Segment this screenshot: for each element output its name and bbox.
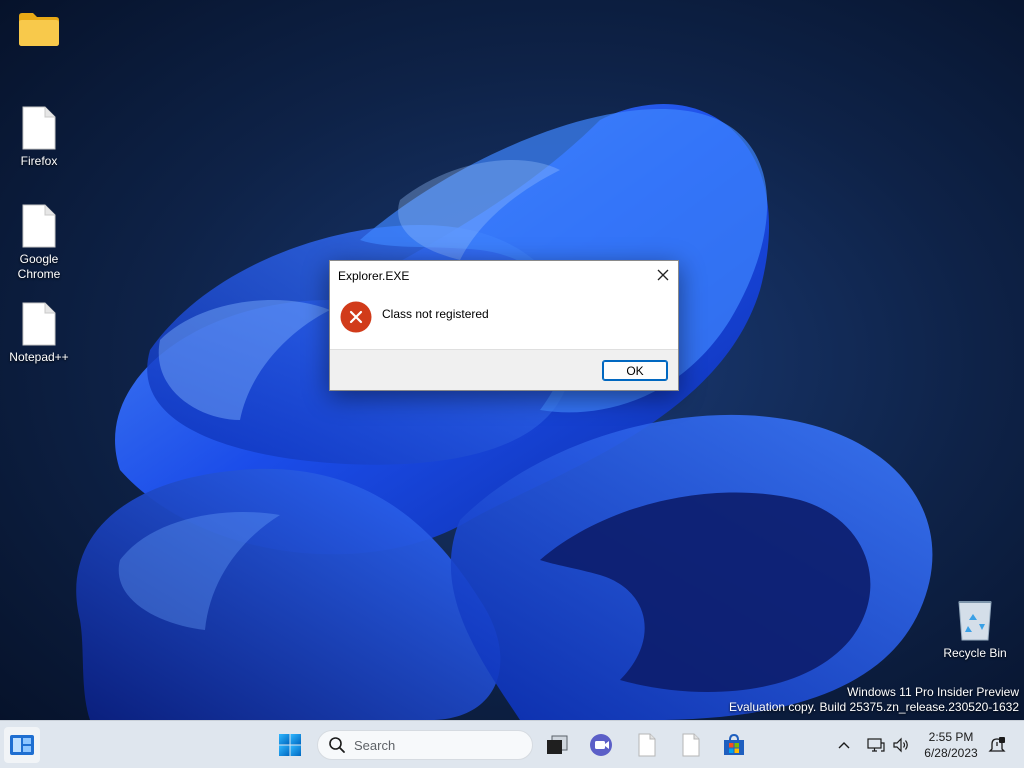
dialog-close-button[interactable] bbox=[648, 261, 678, 289]
desktop-icon-notepadpp[interactable]: Notepad++ bbox=[0, 302, 78, 365]
ok-button[interactable]: OK bbox=[602, 360, 668, 381]
show-hidden-icons-button[interactable] bbox=[828, 727, 860, 763]
store-button[interactable] bbox=[716, 727, 752, 763]
meet-icon bbox=[590, 734, 612, 756]
notification-icon bbox=[988, 737, 1006, 752]
folder-icon bbox=[19, 13, 59, 46]
volume-icon bbox=[893, 737, 908, 753]
desktop-icon-label: Recycle Bin bbox=[943, 646, 1007, 660]
desktop-icon-label: Firefox bbox=[20, 154, 58, 168]
dialog-footer: OK bbox=[330, 349, 678, 390]
start-button[interactable] bbox=[272, 727, 308, 763]
dialog-title: Explorer.EXE bbox=[338, 269, 410, 283]
chevron-up-icon bbox=[838, 742, 850, 749]
file-icon bbox=[22, 302, 56, 346]
search-icon bbox=[329, 737, 345, 753]
file-icon bbox=[22, 204, 56, 248]
desktop-icon-folder[interactable] bbox=[0, 10, 78, 52]
error-icon bbox=[340, 301, 372, 333]
network-status-button[interactable] bbox=[862, 727, 890, 763]
desktop-icon-firefox[interactable]: Firefox bbox=[0, 106, 78, 169]
task-view-icon bbox=[547, 735, 568, 754]
desktop-icon-recycle-bin[interactable]: Recycle Bin bbox=[936, 598, 1014, 661]
close-icon bbox=[657, 269, 669, 281]
error-dialog: Explorer.EXE Class not registered OK bbox=[329, 260, 679, 391]
desktop-icon-google-chrome[interactable]: Google Chrome bbox=[0, 204, 78, 282]
volume-button[interactable] bbox=[888, 727, 914, 763]
meet-button[interactable] bbox=[584, 727, 620, 763]
taskbar-file-button-2[interactable] bbox=[673, 727, 709, 763]
widgets-icon bbox=[10, 735, 34, 755]
store-icon bbox=[724, 733, 744, 755]
windows-start-icon bbox=[279, 734, 301, 756]
taskbar: Search 2:55 PM 6/28/2023 bbox=[0, 720, 1024, 768]
file-icon bbox=[22, 106, 56, 150]
clock-date: 6/28/2023 bbox=[924, 746, 978, 760]
dialog-message: Class not registered bbox=[382, 307, 489, 321]
search-placeholder: Search bbox=[354, 737, 396, 753]
file-icon bbox=[682, 733, 700, 757]
recycle-bin-icon bbox=[958, 601, 992, 641]
file-icon bbox=[638, 733, 656, 757]
desktop-icon-label: Google Chrome bbox=[17, 252, 61, 281]
taskbar-search-box[interactable]: Search bbox=[317, 730, 533, 760]
task-view-button[interactable] bbox=[539, 727, 575, 763]
evaluation-watermark: Windows 11 Pro Insider Preview Evaluatio… bbox=[729, 685, 1019, 715]
watermark-line-1: Windows 11 Pro Insider Preview bbox=[847, 685, 1019, 699]
network-icon bbox=[867, 738, 885, 752]
watermark-line-2: Evaluation copy. Build 25375.zn_release.… bbox=[729, 700, 1019, 714]
taskbar-file-button-1[interactable] bbox=[629, 727, 665, 763]
widgets-button[interactable] bbox=[4, 727, 40, 763]
clock-time: 2:55 PM bbox=[928, 730, 974, 744]
clock[interactable]: 2:55 PM 6/28/2023 bbox=[920, 729, 982, 761]
desktop-icon-label: Notepad++ bbox=[9, 350, 69, 364]
notification-button[interactable] bbox=[984, 727, 1010, 763]
